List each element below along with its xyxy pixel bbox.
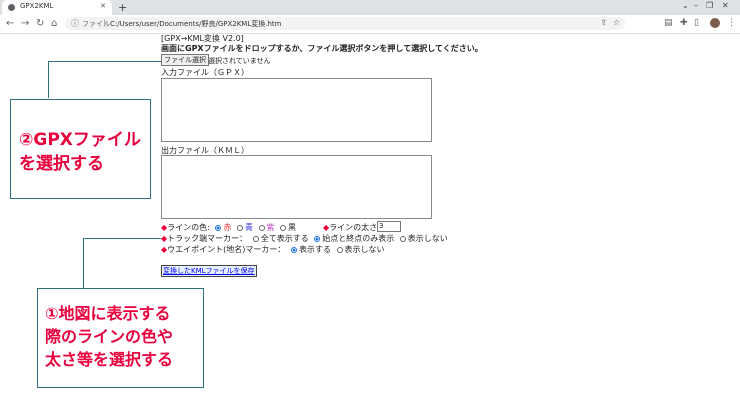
option-hide-waypoint: 表示しない: [344, 245, 385, 254]
option-show-all: 全て表示する: [260, 234, 309, 243]
radio-hide-waypoint[interactable]: [336, 247, 343, 253]
input-file-textarea[interactable]: [161, 78, 432, 142]
option-show-waypoint: 表示する: [298, 245, 331, 254]
callout2-connector-v: [48, 61, 49, 98]
radio-purple[interactable]: [258, 225, 265, 231]
save-kml-button[interactable]: 変換したKMLファイルを保存: [161, 265, 257, 277]
line-width-row: ◆ラインの太さ:: [323, 222, 380, 233]
radio-show-waypoint[interactable]: [290, 247, 297, 253]
callout2-line1: ②GPXファイル: [19, 130, 141, 150]
address-bar[interactable]: ⓘ ファイル | C:/Users/user/Documents/野良/GPX2…: [65, 17, 625, 30]
waypoint-marker-label: ウエイポイント(地名)マーカー：: [167, 245, 286, 254]
line-color-label: ラインの色:: [167, 223, 210, 232]
callout1-line2: 際のラインの色や: [45, 327, 174, 346]
url-text[interactable]: C:/Users/user/Documents/野良/GPX2KML変換.htm: [110, 19, 281, 29]
close-tab-icon[interactable]: ✕: [100, 2, 106, 10]
minimize-icon[interactable]: –: [694, 1, 698, 10]
option-blue: 青: [244, 223, 253, 232]
callout-select-gpx: ②GPXファイル を選択する: [10, 99, 151, 199]
line-width-label: ラインの太さ:: [329, 223, 380, 232]
extension-icon[interactable]: ▤: [664, 18, 673, 28]
track-marker-label: トラック端マーカー：: [167, 234, 248, 243]
option-black: 黒: [288, 223, 297, 232]
back-icon[interactable]: ←: [6, 18, 14, 29]
callout1-line1: ①地図に表示する: [45, 304, 171, 323]
menu-icon[interactable]: ⋮: [727, 18, 736, 28]
callout1-connector-v: [83, 238, 84, 288]
line-color-row: ◆ラインの色: 赤 青 紫 黒: [161, 222, 296, 233]
radio-show-all[interactable]: [252, 236, 259, 242]
track-marker-row: ◆トラック端マーカー： 全て表示する 始点と終点のみ表示 表示しない: [161, 233, 448, 244]
output-file-textarea[interactable]: [161, 155, 432, 219]
callout2-connector-h: [48, 61, 161, 62]
option-red: 赤: [223, 223, 232, 232]
info-icon[interactable]: ⓘ: [71, 18, 79, 29]
radio-red[interactable]: [215, 225, 222, 231]
radio-black[interactable]: [280, 225, 287, 231]
browser-tab[interactable]: GPX2KML ✕: [2, 0, 112, 15]
callout1-connector-h: [83, 238, 161, 239]
line-width-input[interactable]: 3: [377, 221, 401, 232]
new-tab-button[interactable]: +: [118, 1, 127, 14]
home-icon[interactable]: ⌂: [51, 18, 57, 29]
avatar[interactable]: [710, 18, 720, 28]
radio-hide-track[interactable]: [399, 236, 406, 242]
globe-icon: [8, 4, 15, 11]
file-select-button[interactable]: ファイル選択: [161, 54, 209, 66]
tab-title: GPX2KML: [20, 2, 54, 10]
no-file-text: 選択されていません: [208, 57, 271, 65]
chevron-down-icon[interactable]: ⌄: [682, 1, 689, 10]
waypoint-marker-row: ◆ウエイポイント(地名)マーカー： 表示する 表示しない: [161, 244, 385, 255]
close-window-icon[interactable]: ✕: [722, 1, 729, 10]
share-icon[interactable]: ⇪: [600, 18, 607, 27]
radio-blue[interactable]: [236, 225, 243, 231]
instruction-text: 画面にGPXファイルをドロップするか、ファイル選択ボタンを押して選択してください…: [161, 44, 483, 53]
option-purple: 紫: [266, 223, 275, 232]
maximize-icon[interactable]: ❐: [706, 1, 713, 10]
url-scheme-label: ファイル: [82, 20, 110, 28]
input-file-label: 入力ファイル（ＧＰＸ）: [161, 68, 249, 77]
reload-icon[interactable]: ↻: [36, 18, 44, 29]
puzzle-icon[interactable]: ✚: [680, 18, 688, 28]
callout2-line2: を選択する: [19, 154, 104, 174]
callout-line-style: ①地図に表示する 際のラインの色や 太さ等を選択する: [37, 288, 204, 388]
side-panel-icon[interactable]: ▯: [694, 18, 699, 28]
forward-icon[interactable]: →: [21, 18, 29, 29]
bookmark-star-icon[interactable]: ☆: [613, 18, 620, 27]
callout1-line3: 太さ等を選択する: [45, 350, 174, 369]
option-start-end-only: 始点と終点のみ表示: [322, 234, 395, 243]
url-separator: |: [103, 18, 106, 27]
option-hide-track: 表示しない: [407, 234, 448, 243]
radio-start-end-only[interactable]: [314, 236, 321, 242]
